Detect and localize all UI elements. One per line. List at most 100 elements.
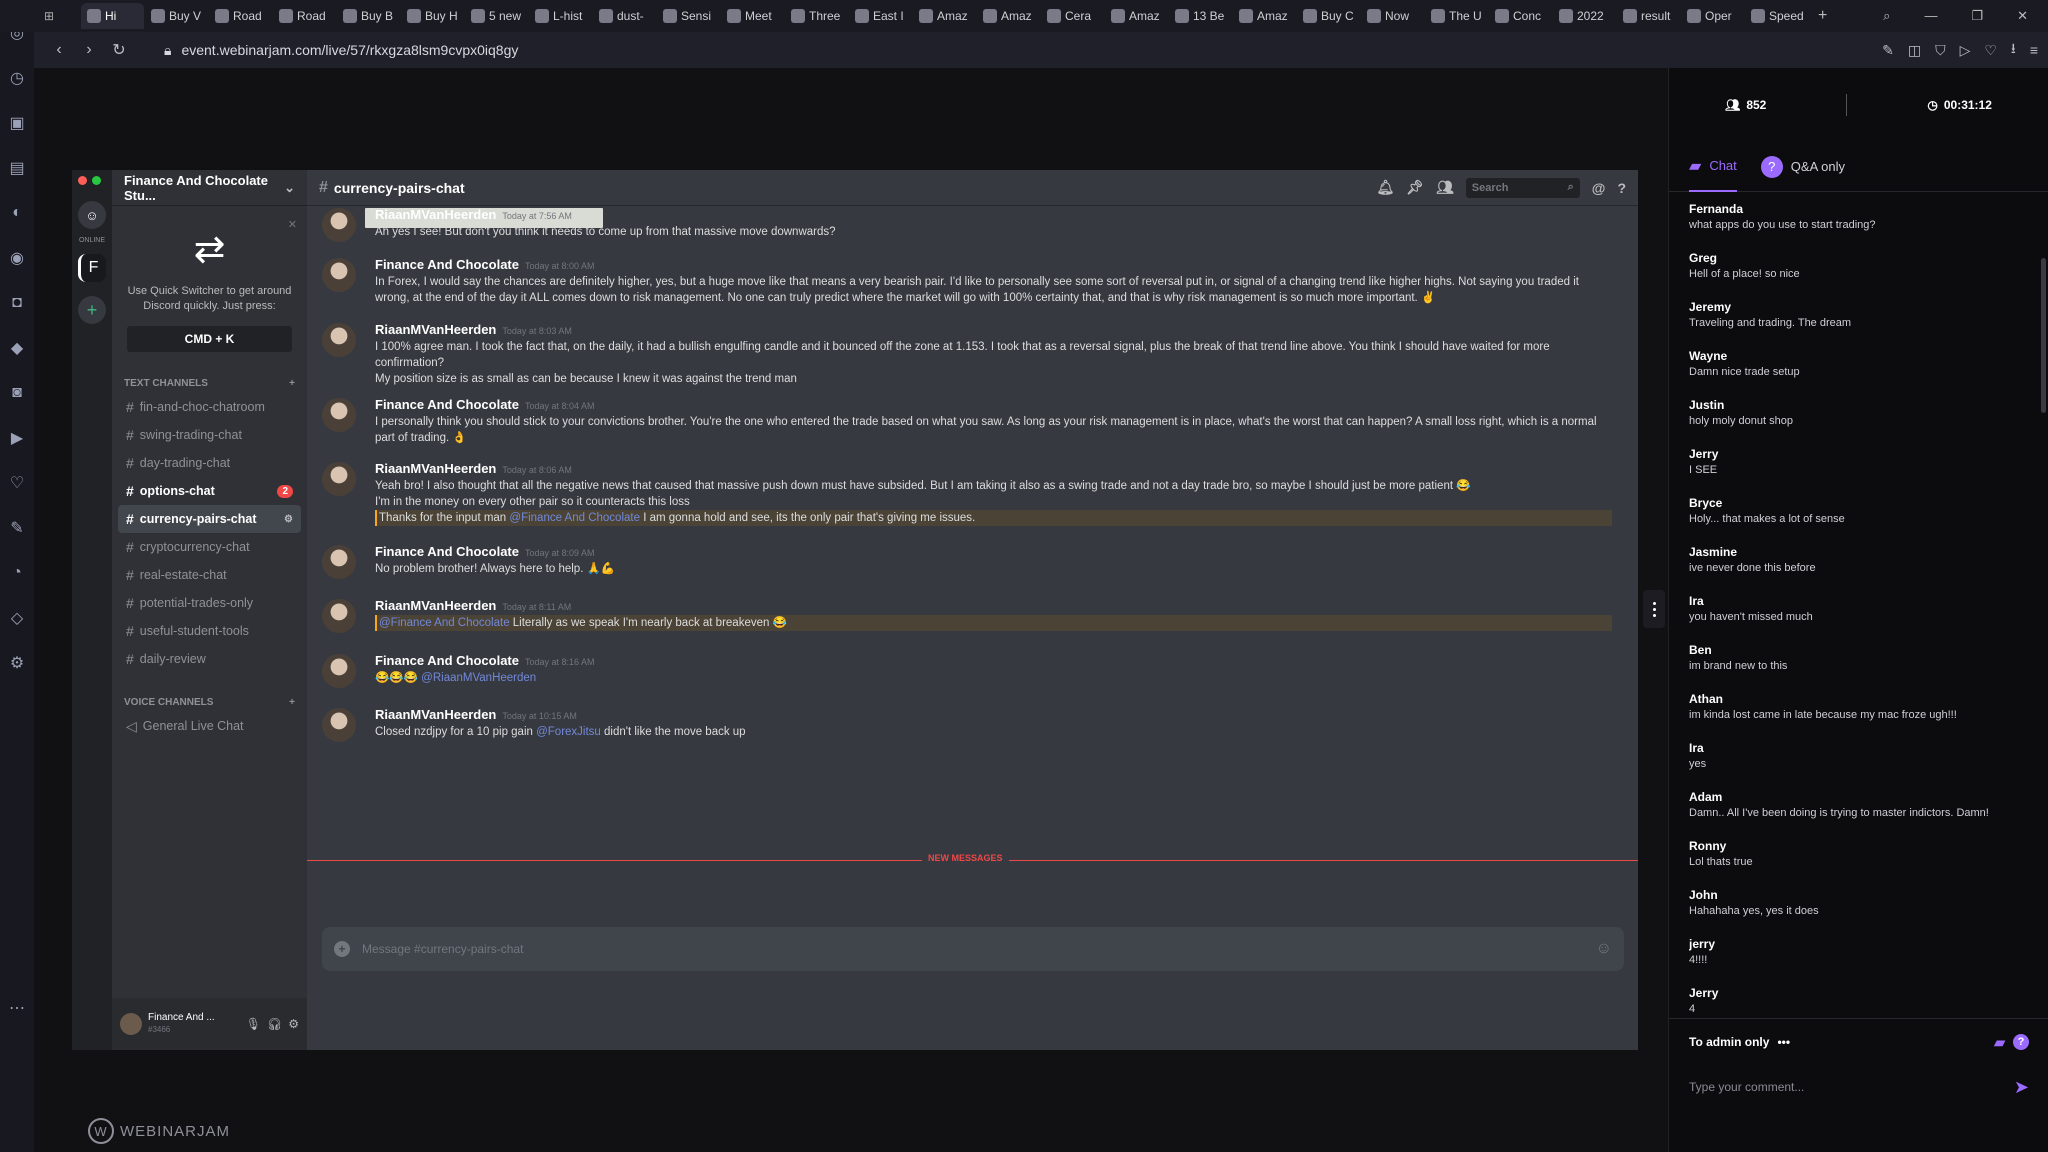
browser-tab[interactable]: Oper [1681,3,1744,29]
twitch-icon[interactable]: ▤ [0,145,34,190]
attach-icon[interactable]: + [334,941,350,957]
edit-page-icon[interactable]: ✎ [1882,42,1894,59]
channel-useful-student-tools[interactable]: # useful-student-tools [118,617,301,645]
browser-tab[interactable]: Cera [1041,3,1104,29]
avatar[interactable] [322,258,356,292]
whatsapp-icon[interactable]: ◉ [0,235,34,280]
browser-tab[interactable]: Now [1361,3,1424,29]
shield-icon[interactable]: ⛉ [1935,42,1946,59]
browser-tab[interactable]: Buy H [401,3,464,29]
workspace-icon[interactable]: ⊞ [44,9,54,23]
back-icon[interactable]: ‹ [44,35,74,65]
comment-input[interactable]: Type your comment... ➤ [1669,1065,2048,1109]
mic-icon[interactable]: 🎙︎ [246,1017,261,1031]
headphones-icon[interactable]: 🎧︎ [267,1017,282,1031]
browser-tab[interactable]: result [1617,3,1680,29]
more-icon[interactable]: ⋯ [0,985,34,1030]
forward-icon[interactable]: › [74,35,104,65]
browser-tab[interactable]: Conc [1489,3,1552,29]
members-icon[interactable]: 👥︎ [1436,179,1454,196]
recipient-selector[interactable]: To admin only ••• ▰ ? [1669,1019,2048,1065]
avatar[interactable] [322,462,356,496]
help-circle-icon[interactable]: ? [2013,1034,2029,1050]
add-server-icon[interactable]: + [78,296,106,324]
avatar[interactable] [322,545,356,579]
browser-tab[interactable]: The U [1425,3,1488,29]
message-input[interactable]: + Message #currency-pairs-chat ☺ [322,927,1624,971]
author-name[interactable]: RiaanMVanHeerden [375,707,496,722]
channel-settings-icon[interactable]: ⚙ [284,514,293,525]
search-input[interactable]: Search ⌕ [1465,177,1580,198]
server-icon[interactable]: F [78,254,106,282]
settings-icon[interactable]: ⚙ [0,640,34,685]
browser-tab[interactable]: Amaz [1233,3,1296,29]
browser-tab[interactable]: L-hist [529,3,592,29]
author-name[interactable]: RiaanMVanHeerden [375,461,496,476]
favorite-icon[interactable]: ♡ [1984,42,1997,59]
mention-icon[interactable]: @ [1592,180,1606,196]
browser-tab[interactable]: Buy C [1297,3,1360,29]
chat-bubble-icon[interactable]: ▰ [1994,1034,2005,1051]
emoji-icon[interactable]: ☺ [1596,940,1612,958]
browser-tab[interactable]: Sensi [657,3,720,29]
browser-tab[interactable]: Buy V [145,3,208,29]
voice-channels-category[interactable]: VOICE CHANNELS + [112,697,307,712]
channel-potential-trades-only[interactable]: # potential-trades-only [118,589,301,617]
avatar[interactable] [322,599,356,633]
browser-tab[interactable]: Amaz [913,3,976,29]
help-icon[interactable]: ? [1617,180,1626,196]
browser-tab[interactable]: Speed [1745,3,1808,29]
server-header[interactable]: Finance And Chocolate Stu... ⌄ [112,170,307,206]
discord-icon[interactable]: ◙ [0,370,34,415]
bell-icon[interactable]: 🔔︎ [1376,179,1394,196]
mention[interactable]: @Finance And Chocolate [509,512,640,524]
browser-tab[interactable]: 2022 [1553,3,1616,29]
browser-tab[interactable]: Road [209,3,272,29]
author-name[interactable]: RiaanMVanHeerden [375,322,496,337]
browser-tab[interactable]: Amaz [977,3,1040,29]
browser-tab[interactable]: Hi [81,3,144,29]
voice-channel-general[interactable]: ◁ General Live Chat [118,712,301,740]
edit-icon[interactable]: ✎ [0,505,34,550]
channel-swing-trading-chat[interactable]: # swing-trading-chat [118,421,301,449]
minimize-icon[interactable]: — [1924,8,1937,24]
briefcase-icon[interactable]: ▣ [0,100,34,145]
chat-scrollbar[interactable] [2041,258,2046,413]
browser-tab[interactable]: Meet [721,3,784,29]
avatar[interactable] [322,398,356,432]
messenger-icon[interactable]: ◐ [0,190,34,235]
tab-chat[interactable]: ▰ Chat [1689,142,1737,192]
browser-tab[interactable]: 5 new [465,3,528,29]
avatar[interactable] [322,654,356,688]
close-tip-icon[interactable]: ✕ [288,218,297,233]
author-name[interactable]: Finance And Chocolate [375,257,519,272]
add-channel-icon[interactable]: + [289,378,295,389]
channel-day-trading-chat[interactable]: # day-trading-chat [118,449,301,477]
add-voice-icon[interactable]: + [289,697,295,708]
author-name[interactable]: RiaanMVanHeerden [375,598,496,613]
mention[interactable]: @ForexJitsu [536,726,601,738]
author-name[interactable]: RiaanMVanHeerden [375,207,496,222]
tab-qa[interactable]: ? Q&A only [1760,142,1845,192]
browser-tab[interactable]: Road [273,3,336,29]
reload-icon[interactable]: ↻ [104,35,134,65]
avatar[interactable] [322,708,356,742]
heart-icon[interactable]: ♡ [0,460,34,505]
user-settings-icon[interactable]: ⚙ [288,1017,299,1031]
browser-tab[interactable]: Amaz [1105,3,1168,29]
url-field[interactable]: 🔒︎ event.webinarjam.com/live/57/rkxgza8l… [164,42,518,59]
browser-tab[interactable]: 13 Be [1169,3,1232,29]
send-comment-icon[interactable]: ➤ [2014,1077,2029,1098]
channel-real-estate-chat[interactable]: # real-estate-chat [118,561,301,589]
pin-icon[interactable]: 📌︎ [1406,179,1424,196]
text-channels-category[interactable]: TEXT CHANNELS + [112,378,307,393]
new-tab-button[interactable]: + [1818,7,1827,25]
twitter-icon[interactable]: ◆ [0,325,34,370]
avatar[interactable] [120,1013,142,1035]
channel-options-chat[interactable]: # options-chat 2 [118,477,301,505]
author-name[interactable]: Finance And Chocolate [375,397,519,412]
camera-icon[interactable]: ◫ [1908,42,1921,59]
browser-tab[interactable]: dust- [593,3,656,29]
mention[interactable]: @Finance And Chocolate [379,617,510,629]
history-icon[interactable]: ◔ [0,550,34,595]
